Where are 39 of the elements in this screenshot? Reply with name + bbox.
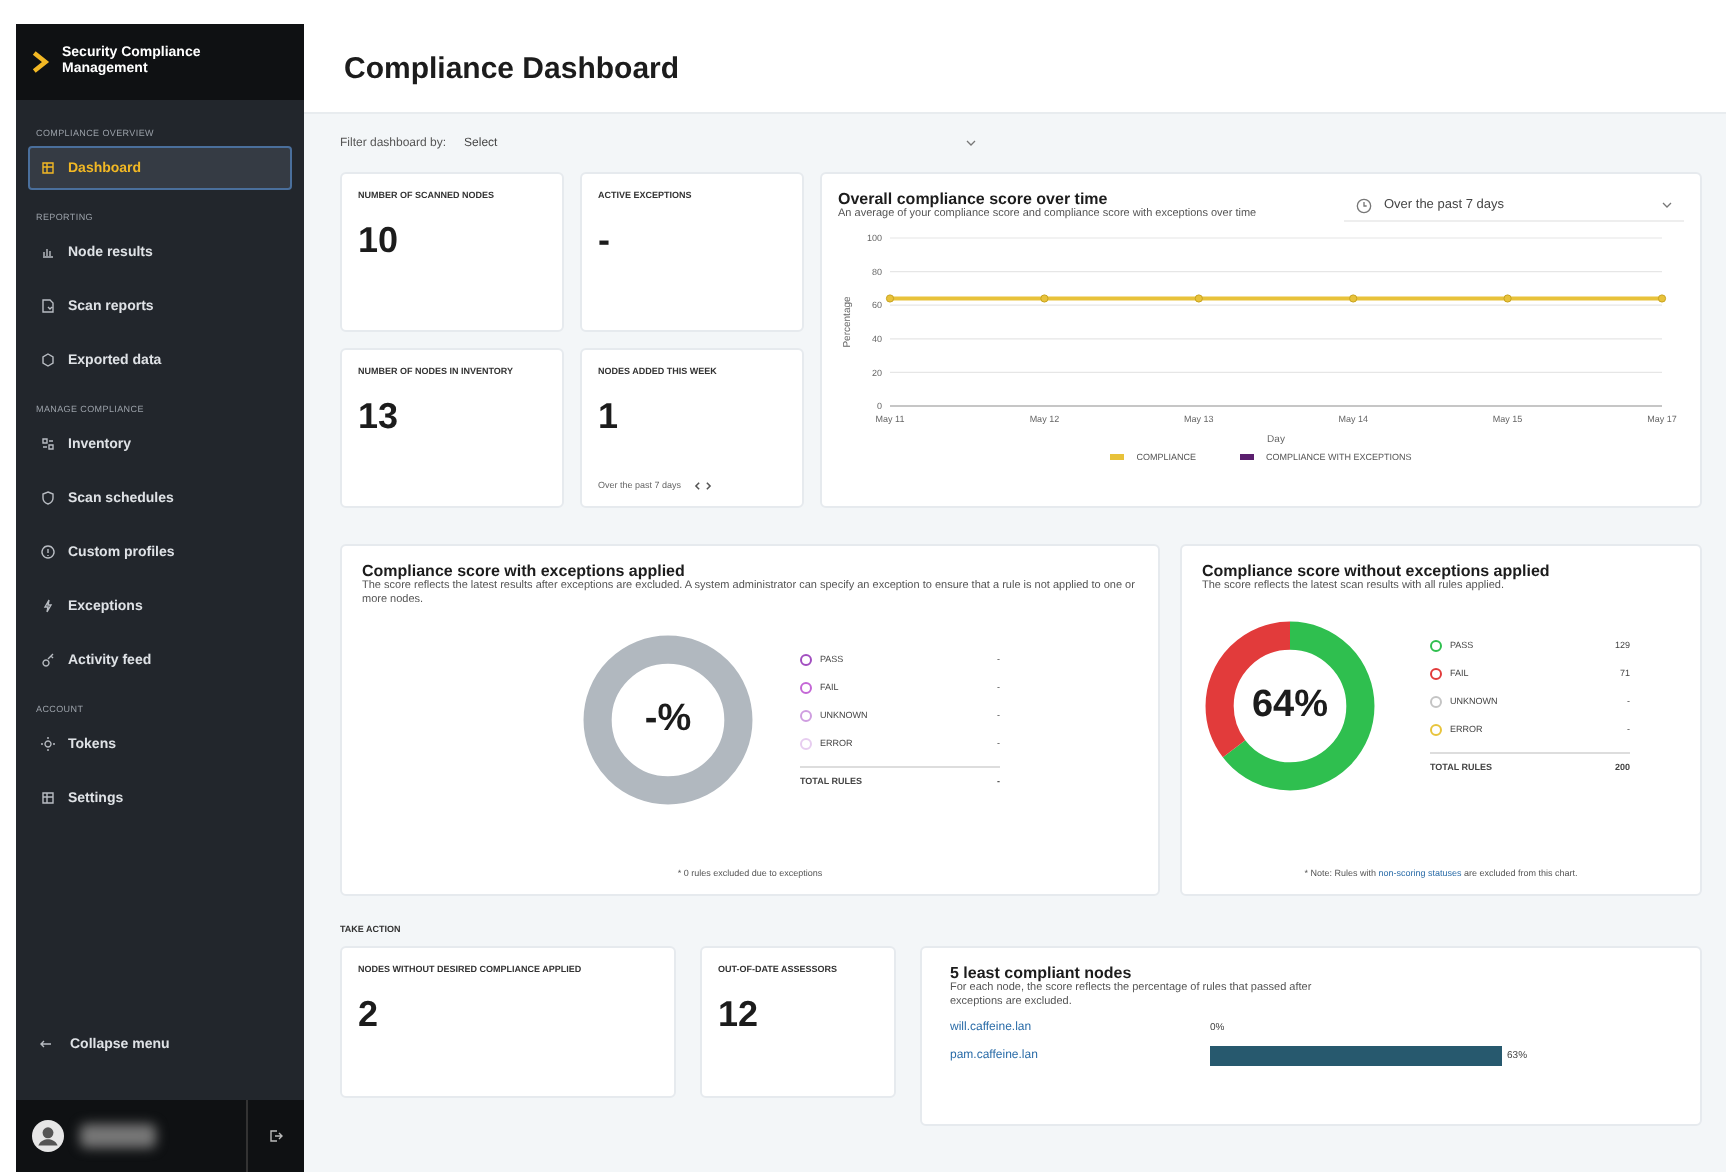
nav-icon [40,490,56,506]
nav-icon [40,244,56,260]
avatar-icon[interactable] [32,1120,64,1152]
nav-icon [40,652,56,668]
stat-value: 1 [598,396,621,438]
stat-value: - [598,220,612,262]
stat-value: 2 [358,994,381,1036]
donut-percentage: 64% [1251,684,1329,728]
pager-arrows-icon[interactable] [693,481,712,489]
card-title: Compliance score without exceptions applied [1202,562,1552,580]
stat-value: 10 [358,220,401,262]
page-title: Compliance Dashboard [344,51,680,85]
arrow-left-icon [38,1036,54,1052]
card-title: Overall compliance score over time [838,190,1110,208]
nav-icon [40,790,56,806]
blurred-user-name [80,1124,156,1148]
caret-icon [966,140,977,146]
chevron-logo-icon [32,50,50,74]
data-point [1194,294,1203,303]
nav-icon [40,298,56,314]
stat-value: 13 [358,396,401,438]
stat-value: 12 [718,994,761,1036]
nav-icon [40,160,56,176]
nav-icon [40,544,56,560]
nav-icon [40,598,56,614]
card-title: 5 least compliant nodes [950,964,1134,982]
data-point [1657,294,1667,303]
nav-icon [40,436,56,452]
data-point [1349,294,1358,303]
clock-icon [1356,197,1372,213]
card-title: Compliance score with exceptions applied [362,562,687,580]
data-point [885,294,895,303]
caret-icon [1662,202,1672,208]
logout-icon[interactable] [268,1128,284,1144]
data-point [1040,294,1049,303]
data-point [1503,294,1512,303]
donut-percentage: -% [644,698,692,742]
nav-icon [40,736,56,752]
nav-icon [40,352,56,368]
